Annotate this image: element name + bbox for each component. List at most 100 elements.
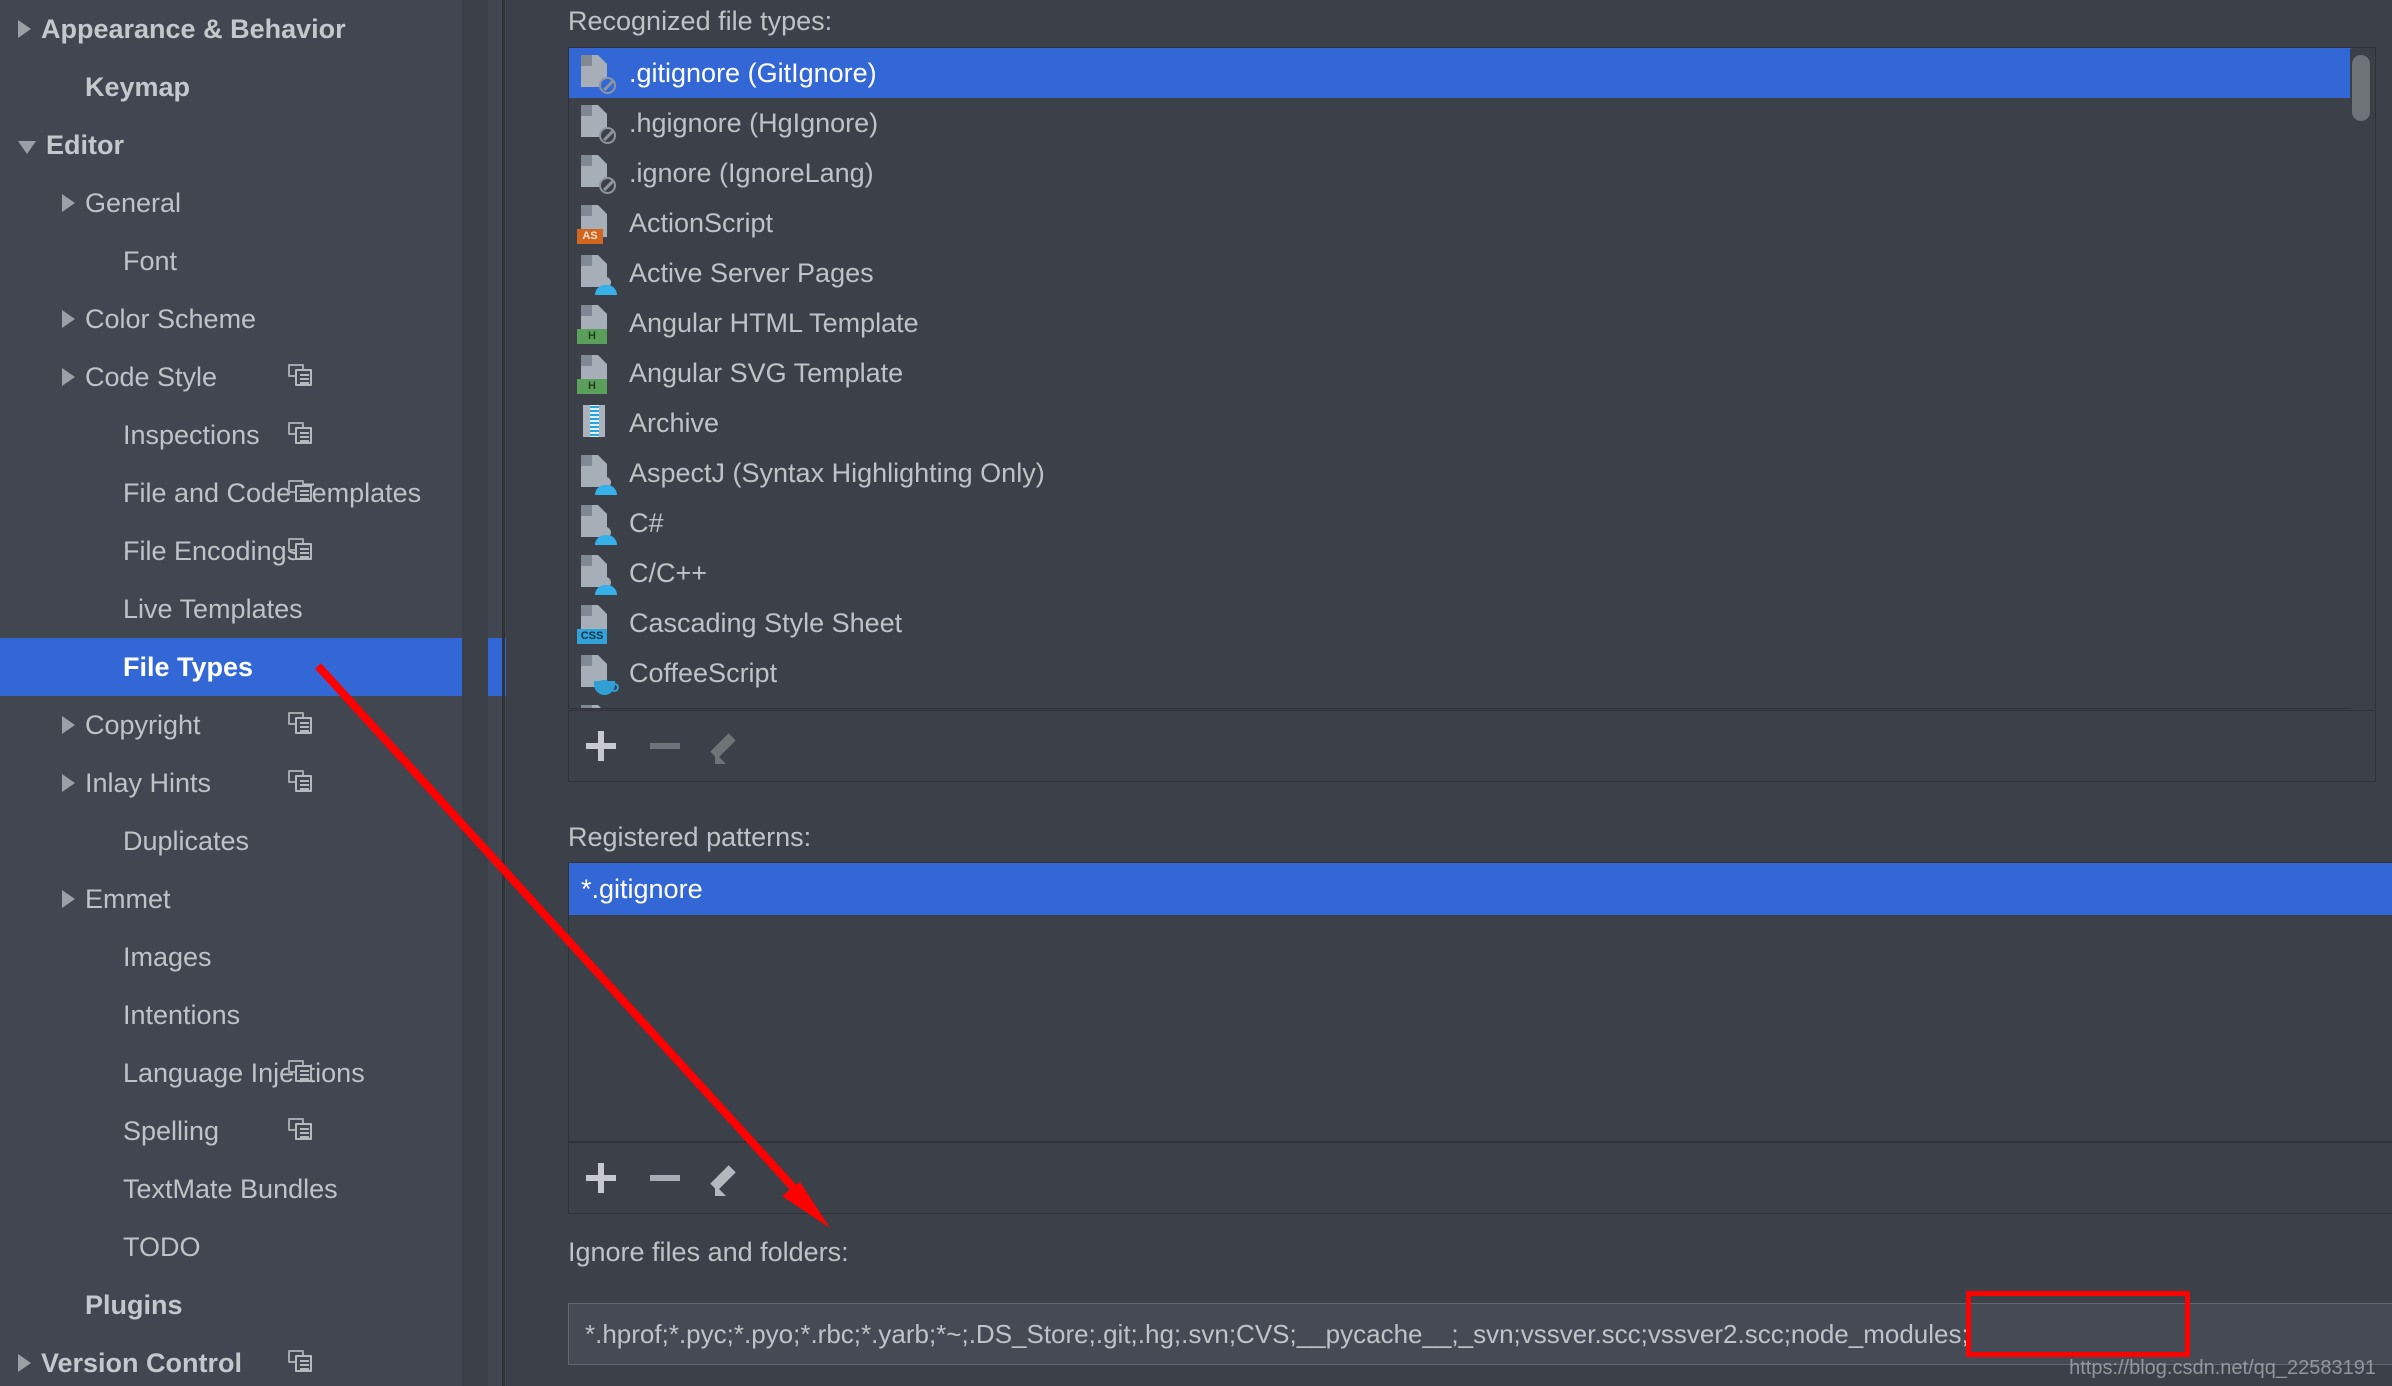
sidebar-scrollbar-track[interactable] bbox=[462, 0, 488, 1386]
sidebar-item-spelling[interactable]: Spelling bbox=[0, 1102, 506, 1160]
sidebar-item-textmate-bundles[interactable]: TextMate Bundles bbox=[0, 1160, 506, 1218]
sidebar-item-label: Appearance & Behavior bbox=[41, 13, 346, 44]
chevron-right-icon[interactable] bbox=[62, 774, 75, 792]
ignore-files-input[interactable]: *.hprof;*.pyc;*.pyo;*.rbc;*.yarb;*~;.DS_… bbox=[568, 1303, 2392, 1365]
sidebar-item-label: Duplicates bbox=[123, 825, 250, 856]
edit-pattern-button[interactable] bbox=[697, 1143, 761, 1213]
file-type-label: CoffeeScript bbox=[629, 657, 778, 688]
sidebar-item-code-style[interactable]: Code Style bbox=[0, 348, 506, 406]
file-types-scrollbar-track[interactable] bbox=[2350, 49, 2374, 709]
file-type-row[interactable]: .hgignore (HgIgnore) bbox=[569, 98, 2351, 148]
file-type-label: C/C++ bbox=[629, 557, 708, 588]
file-person-icon bbox=[579, 454, 617, 495]
sidebar-item-file-encodings[interactable]: File Encodings bbox=[0, 522, 506, 580]
sidebar-item-live-templates[interactable]: Live Templates bbox=[0, 580, 506, 638]
sidebar-item-inspections[interactable]: Inspections bbox=[0, 406, 506, 464]
file-type-row[interactable]: .ignore (IgnoreLang) bbox=[569, 148, 2351, 198]
copy-icon[interactable] bbox=[288, 1060, 314, 1086]
recognized-file-types-label: Recognized file types: bbox=[568, 6, 833, 36]
sidebar-item-copyright[interactable]: Copyright bbox=[0, 696, 506, 754]
chevron-right-icon[interactable] bbox=[18, 20, 31, 38]
add-file-type-button[interactable] bbox=[569, 711, 633, 781]
copy-icon[interactable] bbox=[288, 1350, 314, 1376]
sidebar-item-version-control[interactable]: Version Control bbox=[0, 1334, 506, 1386]
registered-patterns-list[interactable]: *.gitignore bbox=[568, 862, 2392, 1142]
chevron-right-icon[interactable] bbox=[62, 890, 75, 908]
tree-spacer-icon bbox=[100, 493, 113, 494]
file-type-label: Cascading Style Sheet bbox=[629, 607, 903, 638]
remove-pattern-button[interactable] bbox=[633, 1143, 697, 1213]
sidebar-item-keymap[interactable]: Keymap bbox=[0, 58, 506, 116]
sidebar-item-language-injections[interactable]: Language Injections bbox=[0, 1044, 506, 1102]
chevron-right-icon[interactable] bbox=[62, 194, 75, 212]
file-type-label: .hgignore (HgIgnore) bbox=[629, 107, 879, 138]
file-person-icon bbox=[579, 504, 617, 545]
file-type-row-partial[interactable] bbox=[569, 698, 2351, 708]
file-css-badge-icon: CSS bbox=[577, 604, 613, 644]
zip-archive-icon bbox=[579, 404, 613, 442]
file-h-badge-icon: H bbox=[577, 304, 613, 344]
sidebar-item-duplicates[interactable]: Duplicates bbox=[0, 812, 506, 870]
sidebar-item-emmet[interactable]: Emmet bbox=[0, 870, 506, 928]
pattern-list-item[interactable]: *.gitignore bbox=[569, 863, 2392, 915]
file-type-row[interactable]: H Angular SVG Template bbox=[569, 348, 2351, 398]
sidebar-item-file-and-code-templates[interactable]: File and Code Templates bbox=[0, 464, 506, 522]
sidebar-item-images[interactable]: Images bbox=[0, 928, 506, 986]
file-type-row[interactable]: .gitignore (GitIgnore) bbox=[569, 48, 2351, 98]
sidebar-item-todo[interactable]: TODO bbox=[0, 1218, 506, 1276]
tree-spacer-icon bbox=[100, 1247, 113, 1248]
sidebar-item-label: Keymap bbox=[85, 71, 191, 102]
file-type-row[interactable]: CoffeeScript bbox=[569, 648, 2351, 698]
file-type-label: Angular SVG Template bbox=[629, 357, 904, 388]
file-types-scrollbar-thumb[interactable] bbox=[2352, 55, 2370, 121]
tree-spacer-icon bbox=[100, 1131, 113, 1132]
sidebar-item-file-types[interactable]: File Types bbox=[0, 638, 506, 696]
file-type-row[interactable]: Archive bbox=[569, 398, 2351, 448]
copy-icon[interactable] bbox=[288, 364, 314, 390]
sidebar-item-inlay-hints[interactable]: Inlay Hints bbox=[0, 754, 506, 812]
sidebar-item-intentions[interactable]: Intentions bbox=[0, 986, 506, 1044]
file-type-row[interactable]: AS ActionScript bbox=[569, 198, 2351, 248]
recognized-file-types-list[interactable]: .gitignore (GitIgnore) .hgignore (HgIgnor… bbox=[568, 47, 2376, 709]
file-type-label: .ignore (IgnoreLang) bbox=[629, 157, 874, 188]
settings-sidebar[interactable]: Appearance & Behavior Keymap Editor General… bbox=[0, 0, 506, 1386]
sidebar-item-editor[interactable]: Editor bbox=[0, 116, 506, 174]
sidebar-item-color-scheme[interactable]: Color Scheme bbox=[0, 290, 506, 348]
edit-file-type-button[interactable] bbox=[697, 711, 761, 781]
sidebar-item-general[interactable]: General bbox=[0, 174, 506, 232]
copy-icon[interactable] bbox=[288, 1118, 314, 1144]
copy-icon[interactable] bbox=[288, 712, 314, 738]
copy-icon[interactable] bbox=[288, 538, 314, 564]
add-pattern-button[interactable] bbox=[569, 1143, 633, 1213]
sidebar-item-appearance-behavior[interactable]: Appearance & Behavior bbox=[0, 0, 506, 58]
file-type-row[interactable]: CSS Cascading Style Sheet bbox=[569, 598, 2351, 648]
file-type-row[interactable]: C/C++ bbox=[569, 548, 2351, 598]
sidebar-item-label: TODO bbox=[123, 1231, 201, 1262]
tree-spacer-icon bbox=[100, 551, 113, 552]
file-type-row[interactable]: Active Server Pages bbox=[569, 248, 2351, 298]
file-noicon-icon bbox=[579, 154, 616, 194]
tree-spacer-icon bbox=[100, 435, 113, 436]
chevron-right-icon[interactable] bbox=[62, 716, 75, 734]
sidebar-item-font[interactable]: Font bbox=[0, 232, 506, 290]
sidebar-divider bbox=[502, 0, 505, 1386]
sidebar-item-plugins[interactable]: Plugins bbox=[0, 1276, 506, 1334]
tree-spacer-icon bbox=[100, 1073, 113, 1074]
sidebar-item-label: Inspections bbox=[123, 419, 260, 450]
file-type-label: AspectJ (Syntax Highlighting Only) bbox=[629, 457, 1045, 488]
chevron-right-icon[interactable] bbox=[18, 1354, 31, 1372]
registered-patterns-toolbar bbox=[568, 1142, 2392, 1214]
chevron-right-icon[interactable] bbox=[62, 310, 75, 328]
file-type-row[interactable]: C# bbox=[569, 498, 2351, 548]
chevron-down-icon[interactable] bbox=[18, 140, 36, 154]
file-h-badge-icon: H bbox=[577, 354, 613, 394]
file-type-row[interactable]: AspectJ (Syntax Highlighting Only) bbox=[569, 448, 2351, 498]
copy-icon[interactable] bbox=[288, 770, 314, 796]
file-types-panel: Recognized file types: .gitignore (GitIg… bbox=[506, 0, 2392, 1386]
file-type-label: C# bbox=[629, 507, 664, 538]
file-type-row[interactable]: H Angular HTML Template bbox=[569, 298, 2351, 348]
copy-icon[interactable] bbox=[288, 480, 314, 506]
remove-file-type-button[interactable] bbox=[633, 711, 697, 781]
chevron-right-icon[interactable] bbox=[62, 368, 75, 386]
copy-icon[interactable] bbox=[288, 422, 314, 448]
